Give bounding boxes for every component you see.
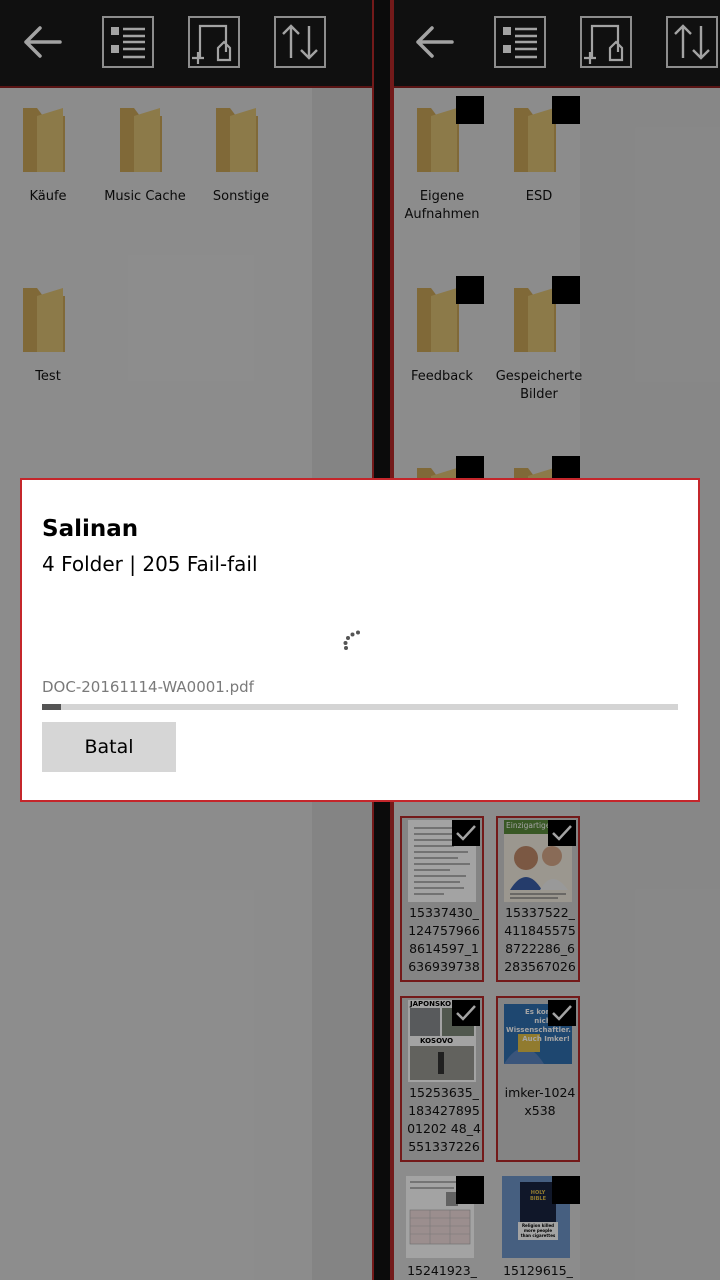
cancel-button[interactable]: Batal [42,722,176,772]
copy-summary: 4 Folder | 205 Fail-fail [42,552,258,576]
progress-fill [42,704,62,710]
progress-bar [42,704,678,710]
copy-progress-dialog: Salinan 4 Folder | 205 Fail-fail DOC-201… [20,478,700,802]
dialog-title: Salinan [42,516,139,542]
current-file-label: DOC-20161114-WA0001.pdf [42,678,254,696]
loading-spinner-icon [342,628,366,652]
